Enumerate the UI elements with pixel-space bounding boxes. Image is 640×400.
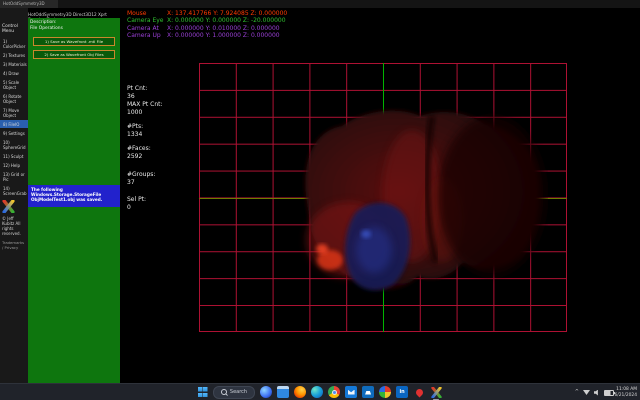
camera-eye-coords: X: 0.000000 Y: 0.000000 Z: -20.000000 xyxy=(167,17,286,24)
photos-icon[interactable] xyxy=(379,386,391,398)
control-menu-rail: Control Menu 1) ColorPicker 2) Textures … xyxy=(0,8,28,383)
camera-up-readout: Camera UpX: 0.000000 Y: 1.000000 Z: 0.00… xyxy=(127,32,280,39)
firefox-icon[interactable] xyxy=(294,386,306,398)
mail-icon[interactable] xyxy=(345,386,357,398)
stat-pts: #Pts: 1334 xyxy=(127,123,143,139)
file-explorer-icon[interactable] xyxy=(277,386,289,398)
sidebar-item-spheregrid[interactable]: 10) SphereGrid xyxy=(0,138,28,151)
clock-time: 11:08 AM xyxy=(614,387,637,393)
stat-max-pt-cnt-value: 1000 xyxy=(127,109,163,117)
taskbar-search-box[interactable]: Search xyxy=(213,386,255,399)
description-label: Description: xyxy=(28,18,120,25)
hotoddsymmetry-app-icon[interactable] xyxy=(430,386,442,398)
sidebar-item-help[interactable]: 12) Help xyxy=(0,161,28,169)
linkedin-icon[interactable]: in xyxy=(396,386,408,398)
camera-at-readout: Camera AtX: 0.000000 Y: 0.010000 Z: 0.00… xyxy=(127,25,280,32)
save-obj-button[interactable]: 2) Save as Wavefront Obj Files xyxy=(33,50,115,59)
stat-sel-pt-value: 0 xyxy=(127,204,146,212)
sidebar-item-scale-object[interactable]: 5) Scale Object xyxy=(0,78,28,91)
volume-icon[interactable] xyxy=(594,390,600,396)
battery-icon[interactable] xyxy=(604,390,614,396)
stat-pts-value: 1334 xyxy=(127,131,143,139)
sidebar-item-draw[interactable]: 4) Draw xyxy=(0,69,28,77)
pin-icon[interactable] xyxy=(413,386,425,398)
stat-pt-cnt: Pt Cnt: 36 xyxy=(127,85,147,101)
stat-faces-label: #Faces: xyxy=(127,145,151,153)
system-tray: ^ xyxy=(575,384,614,400)
stat-pt-cnt-label: Pt Cnt: xyxy=(127,85,147,93)
sidebar-item-grid-or-pic[interactable]: 13) Grid or Pic xyxy=(0,170,28,183)
trademarks-privacy-links[interactable]: Trademarks / Privacy xyxy=(0,237,28,253)
camera-eye-label: Camera Eye xyxy=(127,17,167,24)
sidebar-item-textures[interactable]: 2) Textures xyxy=(0,51,28,59)
stat-faces-value: 2592 xyxy=(127,153,151,161)
stat-pts-label: #Pts: xyxy=(127,123,143,131)
sidebar-item-rotate-object[interactable]: 6) Rotate Object xyxy=(0,92,28,105)
store-icon[interactable] xyxy=(362,386,374,398)
camera-eye-readout: Camera EyeX: 0.000000 Y: 0.000000 Z: -20… xyxy=(127,17,286,24)
sidebar-item-fileio[interactable]: 8) FileIO xyxy=(0,120,28,128)
sidebar-item-sculpt[interactable]: 11) Sculpt xyxy=(0,152,28,160)
edge-icon[interactable] xyxy=(311,386,323,398)
viewport-3d[interactable]: MouseX: 137.417766 Y: 7.924085 Z: 0.0000… xyxy=(120,8,640,383)
sidebar-item-materials[interactable]: 3) Materials xyxy=(0,60,28,68)
stat-groups: #Groups: 37 xyxy=(127,171,155,187)
mouse-readout-coords: X: 137.417766 Y: 7.924085 Z: 0.000000 xyxy=(167,10,287,17)
taskbar-center-group: Search in xyxy=(0,384,640,400)
stat-groups-label: #Groups: xyxy=(127,171,155,179)
brand-x-logo-icon xyxy=(2,200,15,213)
sidebar-item-settings[interactable]: 9) Settings xyxy=(0,129,28,137)
windows-taskbar: Search in ^ 11:08 xyxy=(0,383,640,400)
save-mtl-button[interactable]: 1) Save as Wavefront .mtl File xyxy=(33,37,115,46)
hidden-icons-chevron-icon[interactable]: ^ xyxy=(575,390,579,395)
stat-pt-cnt-value: 36 xyxy=(127,93,147,101)
app-x-glyph xyxy=(431,387,442,398)
stat-faces: #Faces: 2592 xyxy=(127,145,151,161)
file-operations-label: File Operations xyxy=(28,25,120,31)
window-titlebar: HotOddSymmetry3D xyxy=(0,0,640,8)
stat-groups-value: 37 xyxy=(127,179,155,187)
screen: HotOddSymmetry3D HotOddSymmetry3D Direct… xyxy=(0,0,640,400)
camera-up-label: Camera Up xyxy=(127,32,167,39)
stat-max-pt-cnt: MAX Pt Cnt: 1000 xyxy=(127,101,163,117)
camera-at-label: Camera At xyxy=(127,25,167,32)
control-menu-header: Control Menu xyxy=(0,24,28,37)
sidebar-item-screengrab[interactable]: 14) ScreenGrab xyxy=(0,184,28,197)
stat-max-pt-cnt-label: MAX Pt Cnt: xyxy=(127,101,163,109)
mouse-readout-label: Mouse xyxy=(127,10,167,17)
camera-at-coords: X: 0.000000 Y: 0.010000 Z: 0.000000 xyxy=(167,25,280,32)
clock-date: 6/21/2024 xyxy=(614,393,637,399)
taskbar-clock[interactable]: 11:08 AM 6/21/2024 xyxy=(614,387,637,398)
copyright-text: © Jeff Kubitz All rights reserved. xyxy=(0,215,28,237)
stat-sel-pt: Sel Pt: 0 xyxy=(127,196,146,212)
mouse-readout: MouseX: 137.417766 Y: 7.924085 Z: 0.0000… xyxy=(127,10,287,17)
search-label: Search xyxy=(230,389,247,395)
sidebar-item-colorpicker[interactable]: 1) ColorPicker xyxy=(0,37,28,50)
sidebar-item-move-object[interactable]: 7) Move Object xyxy=(0,106,28,119)
model-3d[interactable] xyxy=(292,100,548,296)
chrome-icon[interactable] xyxy=(328,386,340,398)
window-title-tab[interactable]: HotOddSymmetry3D xyxy=(0,0,58,8)
search-icon xyxy=(221,389,227,395)
stat-sel-pt-label: Sel Pt: xyxy=(127,196,146,204)
save-notification: The following Windows.Storage.StorageFil… xyxy=(28,185,120,207)
start-button-icon[interactable] xyxy=(198,387,208,397)
camera-up-coords: X: 0.000000 Y: 1.000000 Z: 0.000000 xyxy=(167,32,280,39)
copilot-icon[interactable] xyxy=(260,386,272,398)
wifi-icon[interactable] xyxy=(583,390,590,395)
